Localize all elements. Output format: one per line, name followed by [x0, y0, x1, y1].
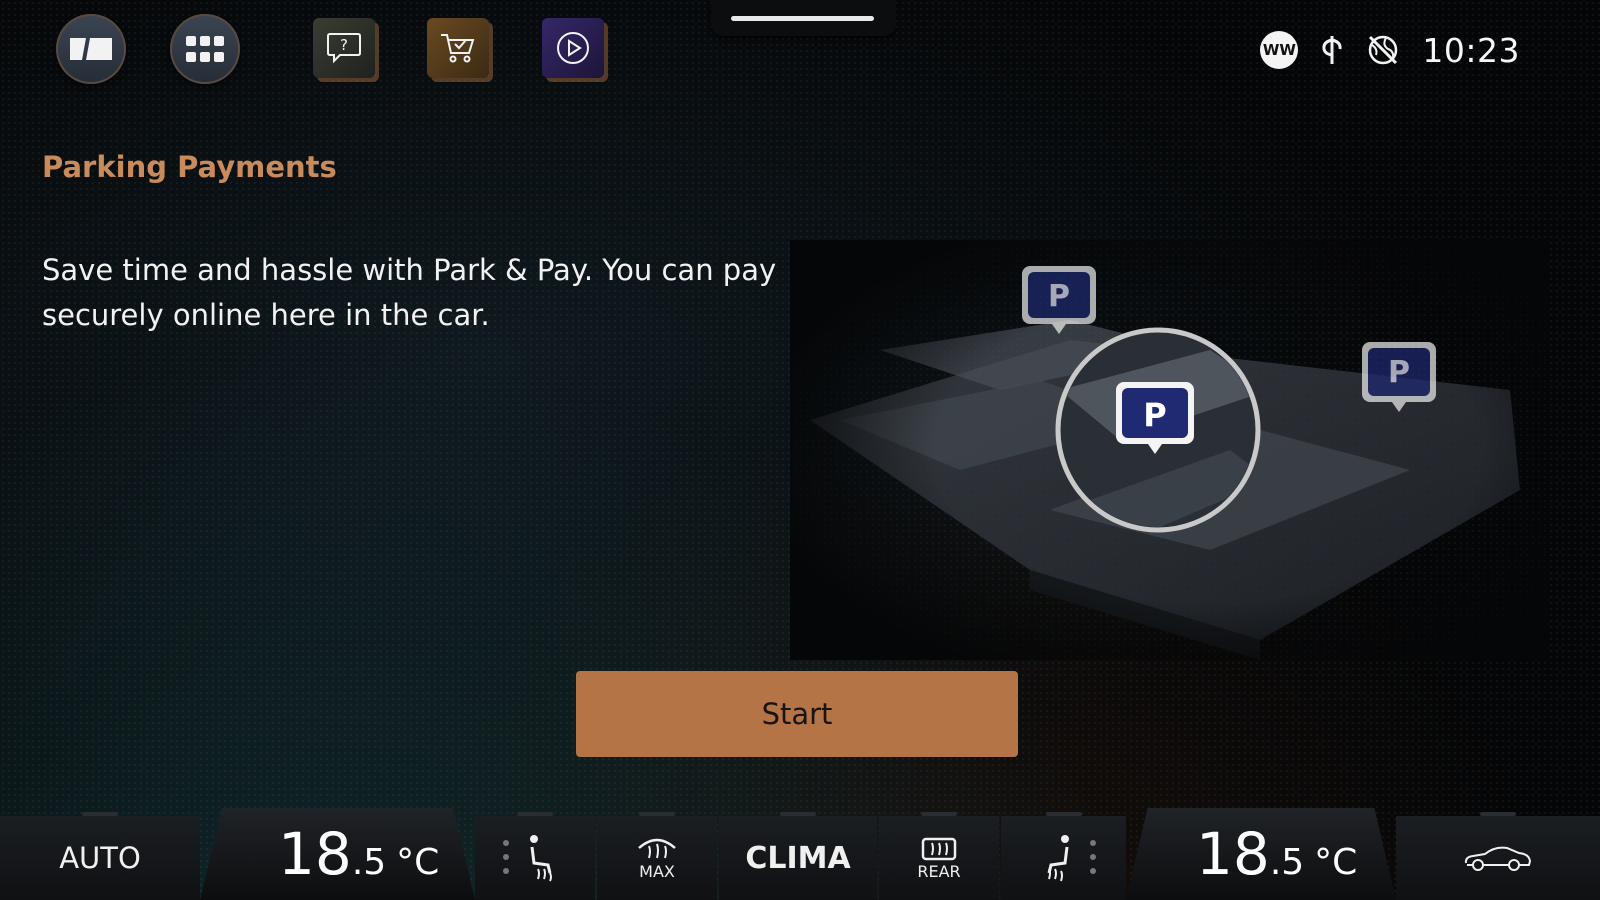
- front-defrost-icon: [638, 838, 676, 858]
- max-label: MAX: [639, 861, 675, 881]
- parking-marker-label: P: [1388, 355, 1410, 390]
- rear-defrost-button[interactable]: REAR: [879, 812, 999, 900]
- car-icon: [1464, 846, 1532, 871]
- store-cart-icon: [441, 34, 475, 63]
- help-chat-icon: ?: [327, 33, 361, 64]
- left-temp-control[interactable]: 18 .5 °C: [200, 808, 475, 900]
- drawer-handle[interactable]: [711, 0, 896, 36]
- app-grid-icon: [186, 36, 224, 62]
- media-play-icon: [557, 32, 589, 64]
- parking-illustration: P P P: [790, 240, 1550, 660]
- store-button[interactable]: [427, 18, 489, 78]
- page-title: Parking Payments: [42, 150, 337, 184]
- wireless-charging-icon: [1322, 36, 1342, 64]
- ww-badge: WW: [1260, 31, 1299, 69]
- clima-label: CLIMA: [745, 840, 851, 876]
- rear-defrost-icon: [921, 837, 957, 860]
- rear-label: REAR: [917, 861, 961, 881]
- home-split-button[interactable]: [56, 14, 126, 84]
- auto-label: AUTO: [59, 841, 141, 875]
- app-grid-button[interactable]: [170, 14, 240, 84]
- left-seat-heat-button[interactable]: [475, 812, 595, 900]
- auto-button[interactable]: AUTO: [0, 812, 200, 900]
- start-button[interactable]: Start: [576, 671, 1018, 757]
- right-temp-control[interactable]: 18 .5 °C: [1126, 808, 1396, 900]
- clima-button[interactable]: CLIMA: [719, 812, 877, 900]
- seat-heat-right-icon: [1047, 835, 1096, 882]
- climate-bar: AUTO 18 .5 °C MAX CLIMA REAR 18 .5 °C: [0, 808, 1600, 900]
- seat-heat-left-icon: [503, 835, 552, 882]
- right-temp: 18 .5 °C: [1196, 820, 1358, 888]
- top-bar: ? WW 10:23: [0, 0, 1600, 100]
- max-defrost-button[interactable]: MAX: [597, 812, 717, 900]
- svg-text:?: ?: [340, 36, 348, 54]
- home-split-icon: [70, 38, 112, 60]
- parking-marker-label: P: [1143, 396, 1166, 434]
- right-seat-heat-button[interactable]: [1001, 812, 1126, 900]
- parking-marker-label: P: [1048, 279, 1070, 314]
- vehicle-button[interactable]: [1396, 812, 1600, 900]
- clock: 10:23: [1422, 30, 1520, 70]
- help-button[interactable]: ?: [313, 18, 375, 78]
- page-description: Save time and hassle with Park & Pay. Yo…: [42, 253, 777, 332]
- left-temp: 18 .5 °C: [278, 820, 440, 888]
- media-button[interactable]: [542, 18, 604, 78]
- status-area: WW 10:23: [1260, 28, 1520, 72]
- no-connection-globe-icon: [1369, 35, 1398, 65]
